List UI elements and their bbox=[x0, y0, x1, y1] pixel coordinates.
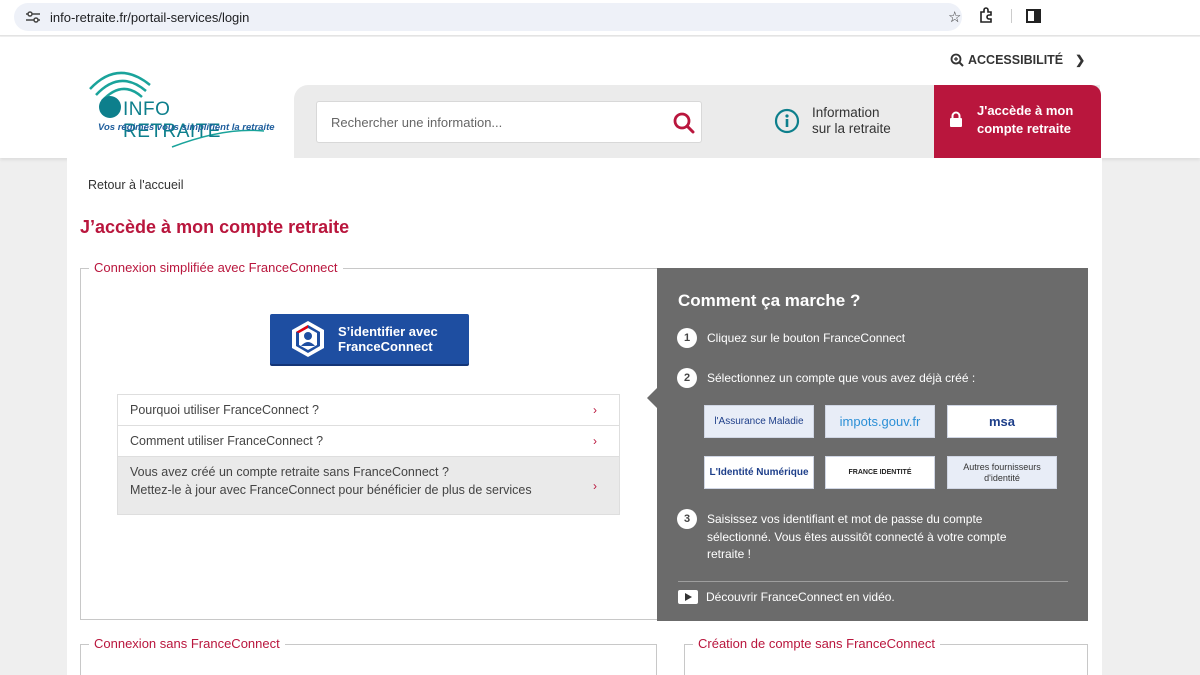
provider-france-identite[interactable]: FRANCE IDENTITÉ bbox=[825, 456, 935, 489]
step-text: Cliquez sur le bouton FranceConnect bbox=[707, 331, 906, 345]
faq-list: Pourquoi utiliser FranceConnect ? › Comm… bbox=[117, 394, 620, 515]
page-title: J’accède à mon compte retraite bbox=[80, 217, 350, 237]
provider-label: msa bbox=[988, 414, 1016, 429]
breadcrumb-home-link[interactable]: Retour à l'accueil bbox=[88, 178, 184, 192]
url-text[interactable]: info-retraite.fr/portail-services/login bbox=[50, 10, 249, 25]
browser-toolbar: info-retraite.fr/portail-services/login … bbox=[0, 0, 1200, 36]
franceconnect-logo-icon bbox=[292, 321, 324, 357]
login-without-franceconnect-section: Connexion sans FranceConnect bbox=[80, 636, 657, 675]
provider-assurance-maladie[interactable]: l'Assurance Maladie bbox=[704, 405, 814, 438]
play-video-icon bbox=[678, 590, 698, 604]
provider-label-line2: d'identité bbox=[984, 472, 1020, 483]
create-account-legend: Création de compte sans FranceConnect bbox=[693, 636, 941, 651]
provider-msa[interactable]: msa bbox=[947, 405, 1057, 438]
provider-label: impots.gouv.fr bbox=[839, 414, 921, 429]
extensions-icon[interactable] bbox=[978, 6, 996, 24]
step-3: 3 Saisissez vos identifiant et mot de pa… bbox=[677, 509, 1007, 564]
logo-tagline: Vos régimes vous simplifient la retraite bbox=[98, 122, 275, 133]
chevron-down-icon: ❯ bbox=[1075, 53, 1086, 67]
faq-item-label: Comment utiliser FranceConnect ? bbox=[130, 434, 324, 448]
faq-item-label: Pourquoi utiliser FranceConnect ? bbox=[130, 403, 319, 417]
account-tab[interactable]: J'accède à mon compte retraite bbox=[934, 85, 1101, 158]
faq-item-line2: Mettez-le à jour avec FranceConnect pour… bbox=[130, 483, 532, 497]
search-icon[interactable] bbox=[672, 111, 696, 135]
step-number: 2 bbox=[677, 368, 697, 388]
step-number: 1 bbox=[677, 328, 697, 348]
faq-item-how[interactable]: Comment utiliser FranceConnect ? › bbox=[118, 426, 619, 457]
provider-impots[interactable]: impots.gouv.fr bbox=[825, 405, 935, 438]
panel-divider bbox=[678, 581, 1068, 582]
site-header: INFO RETRAITE Vos régimes vous simplifie… bbox=[0, 37, 1200, 158]
franceconnect-legend: Connexion simplifiée avec FranceConnect bbox=[89, 260, 343, 275]
account-tab-line1: J'accède à mon bbox=[977, 103, 1074, 118]
video-link-label: Découvrir FranceConnect en vidéo. bbox=[706, 590, 895, 604]
info-retraite-logo[interactable]: INFO RETRAITE Vos régimes vous simplifie… bbox=[84, 65, 275, 149]
step-number: 3 bbox=[677, 509, 697, 529]
faq-item-line1: Vous avez créé un compte retraite sans F… bbox=[130, 465, 449, 479]
chevron-right-icon: › bbox=[593, 434, 597, 448]
step-text-line2: sélectionné. Vous êtes aussitôt connecté… bbox=[707, 529, 1007, 544]
side-panel-icon[interactable] bbox=[1026, 9, 1041, 23]
header-nav: Information sur la retraite J'accède à m… bbox=[294, 85, 1101, 158]
chevron-right-icon: › bbox=[593, 479, 597, 493]
provider-label-line1: Autres fournisseurs bbox=[963, 461, 1041, 472]
video-link[interactable]: Découvrir FranceConnect en vidéo. bbox=[678, 590, 895, 604]
franceconnect-button-line2: FranceConnect bbox=[338, 339, 433, 354]
step-text-line3: retraite ! bbox=[707, 547, 752, 561]
account-tab-line2: compte retraite bbox=[977, 121, 1071, 136]
how-it-works-panel: Comment ça marche ? 1 Cliquez sur le bou… bbox=[647, 268, 1088, 621]
toolbar-separator bbox=[1011, 9, 1012, 23]
info-link-line1: Information bbox=[812, 105, 880, 120]
bookmark-star-icon[interactable]: ☆ bbox=[948, 8, 961, 26]
step-text-line1: Saisissez vos identifiant et mot de pass… bbox=[707, 512, 983, 526]
info-icon bbox=[774, 108, 800, 134]
accessibility-label: ACCESSIBILITÉ bbox=[968, 53, 1064, 67]
provider-identite-numerique[interactable]: L'Identité Numérique bbox=[704, 456, 814, 489]
provider-label: l'Assurance Maladie bbox=[714, 416, 804, 427]
step-2: 2 Sélectionnez un compte que vous avez d… bbox=[677, 368, 975, 388]
lock-icon bbox=[950, 111, 962, 127]
info-retraite-link[interactable]: Information sur la retraite bbox=[774, 105, 891, 137]
site-settings-icon[interactable] bbox=[26, 11, 40, 23]
step-1: 1 Cliquez sur le bouton FranceConnect bbox=[677, 328, 905, 348]
faq-item-update-account[interactable]: Vous avez créé un compte retraite sans F… bbox=[118, 457, 619, 514]
provider-others[interactable]: Autres fournisseurs d'identité bbox=[947, 456, 1057, 489]
search-input[interactable] bbox=[317, 102, 657, 142]
accessibility-menu[interactable]: ACCESSIBILITÉ ❯ bbox=[950, 53, 1085, 67]
provider-label: FRANCE IDENTITÉ bbox=[848, 469, 912, 476]
franceconnect-section: Connexion simplifiée avec FranceConnect … bbox=[80, 260, 657, 620]
login-without-franceconnect-legend: Connexion sans FranceConnect bbox=[89, 636, 285, 651]
create-account-section: Création de compte sans FranceConnect bbox=[684, 636, 1088, 675]
main-content: Retour à l'accueil J’accède à mon compte… bbox=[67, 158, 1102, 675]
address-bar[interactable]: info-retraite.fr/portail-services/login … bbox=[14, 3, 962, 31]
accessibility-search-icon bbox=[950, 53, 964, 67]
franceconnect-button-line1: S’identifier avec bbox=[338, 324, 438, 339]
search-box bbox=[316, 101, 702, 143]
info-link-line2: sur la retraite bbox=[812, 121, 891, 136]
step-text: Sélectionnez un compte que vous avez déj… bbox=[707, 371, 976, 385]
faq-item-why[interactable]: Pourquoi utiliser FranceConnect ? › bbox=[118, 395, 619, 426]
how-it-works-title: Comment ça marche ? bbox=[678, 291, 861, 310]
provider-label: L'Identité Numérique bbox=[709, 467, 809, 478]
logo-name: INFO RETRAITE bbox=[123, 99, 221, 142]
chevron-right-icon: › bbox=[593, 403, 597, 417]
franceconnect-button[interactable]: S’identifier avec FranceConnect bbox=[270, 314, 469, 364]
